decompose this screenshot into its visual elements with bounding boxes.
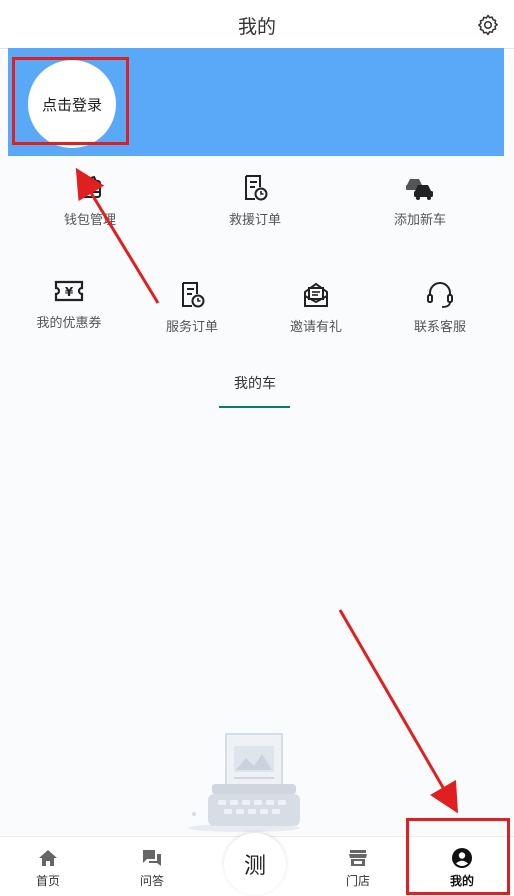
menu-item-service-order[interactable]: 服务订单 (137, 280, 247, 335)
coupon-icon: ¥ (54, 280, 84, 302)
menu-item-label: 添加新车 (393, 213, 446, 228)
menu-item-label: 救援订单 (228, 213, 281, 228)
tab-qa[interactable]: 问答 (122, 847, 182, 889)
menu-item-invite[interactable]: 邀请有礼 (261, 280, 371, 335)
center-test-button[interactable]: 测 (224, 833, 286, 895)
tab-store[interactable]: 门店 (328, 847, 388, 889)
menu-item-rescue-order[interactable]: 救援订单 (200, 173, 310, 228)
typewriter-illustration (188, 733, 300, 832)
add-car-icon (406, 179, 433, 200)
tab-label: 首页 (35, 874, 60, 888)
menu-item-label: 钱包管理 (63, 213, 116, 228)
menu-item-label: 我的优惠券 (36, 316, 102, 331)
login-label: 点击登录 (41, 95, 102, 114)
chat-icon (143, 850, 161, 866)
svg-text:¥: ¥ (65, 285, 74, 299)
tab-label: 我的 (449, 874, 474, 888)
tab-underline (219, 406, 290, 408)
rescue-order-icon (245, 175, 268, 201)
tab-label: 门店 (345, 874, 370, 888)
arrow-to-mine-tab (338, 609, 459, 814)
app-header: 我的 (0, 0, 514, 49)
wallet-icon (79, 175, 101, 198)
login-button[interactable]: 点击登录 (28, 60, 116, 148)
menu-item-customer-service[interactable]: 联系客服 (385, 280, 495, 335)
tab-mine[interactable]: 我的 (432, 847, 492, 889)
tab-home[interactable]: 首页 (18, 847, 78, 889)
center-test-label: 测 (243, 854, 266, 879)
service-order-icon (182, 282, 205, 308)
headset-icon (427, 282, 453, 308)
menu-item-label: 联系客服 (413, 320, 466, 335)
store-icon (349, 850, 367, 866)
page-title: 我的 (237, 16, 276, 38)
user-icon (452, 848, 472, 868)
invite-icon (304, 282, 328, 307)
menu-item-coupons[interactable]: ¥ 我的优惠券 (14, 276, 124, 331)
gear-icon[interactable] (476, 13, 500, 37)
menu-item-wallet[interactable]: 钱包管理 (35, 173, 145, 228)
home-icon (39, 850, 57, 866)
menu-item-add-car[interactable]: 添加新车 (365, 173, 475, 228)
tab-label: 问答 (139, 874, 164, 888)
menu-item-label: 服务订单 (165, 320, 218, 335)
tab-my-car[interactable]: 我的车 (220, 373, 290, 393)
menu-item-label: 邀请有礼 (289, 320, 342, 335)
